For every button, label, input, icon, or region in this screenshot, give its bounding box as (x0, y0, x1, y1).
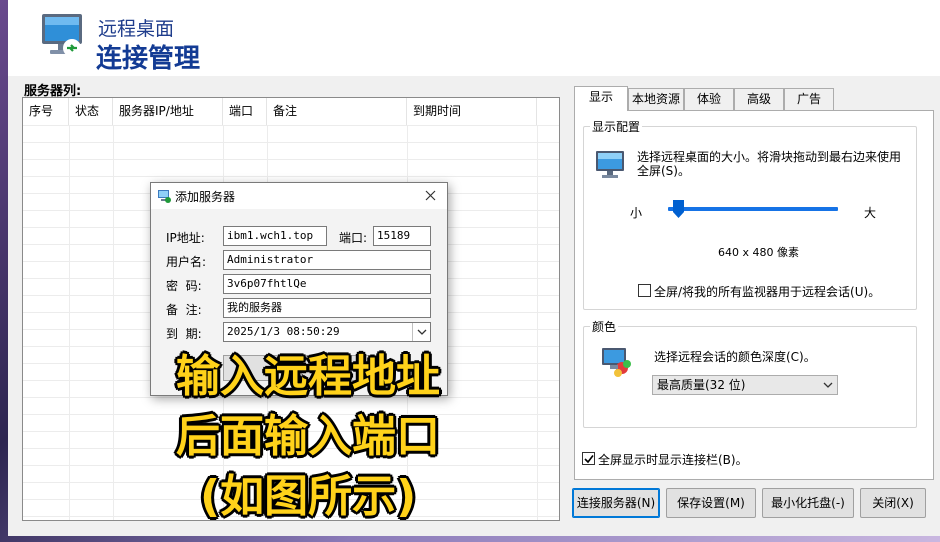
app-title-large: 连接管理 (96, 44, 201, 74)
monitor-icon (596, 151, 624, 178)
fullscreen-bar-label: 全屏显示时显示连接栏(B)。 (598, 453, 748, 467)
resolution-slider-track[interactable] (668, 207, 838, 211)
table-row-line (23, 142, 559, 143)
close-button[interactable]: 关闭(X) (860, 488, 926, 518)
color-depth-selected: 最高质量(32 位) (657, 378, 746, 392)
expire-dropdown-button[interactable] (412, 323, 430, 341)
dialog-titlebar[interactable]: 添加服务器 (151, 183, 447, 209)
column-header-status[interactable]: 状态 (69, 98, 113, 125)
color-palette-icon (602, 348, 631, 377)
table-column-line (69, 125, 70, 520)
resolution-readout: 640 x 480 像素 (718, 246, 799, 259)
tab-advanced[interactable]: 高级 (734, 88, 784, 110)
dialog-title: 添加服务器 (175, 190, 236, 204)
dialog-app-icon (158, 190, 171, 203)
fullscreen-bar-checkbox[interactable] (582, 452, 595, 465)
tab-local-resources[interactable]: 本地资源 (628, 88, 684, 110)
slider-large-label: 大 (864, 206, 877, 220)
table-row-line (23, 125, 559, 126)
chevron-down-icon (823, 382, 833, 388)
column-header-port[interactable]: 端口 (223, 98, 267, 125)
note-label: 备 注: (166, 303, 202, 317)
column-header-expire[interactable]: 到期时间 (407, 98, 537, 125)
table-column-line (537, 125, 538, 520)
tab-ads[interactable]: 广告 (784, 88, 834, 110)
table-column-line (113, 125, 114, 520)
app-title-small: 远程桌面 (98, 18, 175, 40)
checkmark-icon (584, 455, 594, 464)
all-monitors-label: 全屏/将我的所有监视器用于远程会话(U)。 (654, 285, 881, 299)
connect-server-button[interactable]: 连接服务器(N) (572, 488, 660, 518)
column-header-note[interactable]: 备注 (267, 98, 407, 125)
overlay-caption-line2: 后面输入端口 (176, 411, 440, 462)
column-header-address[interactable]: 服务器IP/地址 (113, 98, 223, 125)
remote-desktop-icon (42, 14, 82, 57)
column-header-index[interactable]: 序号 (23, 98, 69, 125)
all-monitors-checkbox[interactable] (638, 284, 651, 297)
expire-datetime-picker[interactable]: 2025/1/3 08:50:29 (223, 322, 431, 342)
resolution-slider-thumb[interactable] (672, 200, 684, 218)
app-header: 远程桌面 连接管理 (8, 0, 940, 76)
password-input[interactable]: 3v6p07fhtlQe (223, 274, 431, 294)
ip-input[interactable]: ibm1.wch1.top (223, 226, 327, 246)
note-input[interactable]: 我的服务器 (223, 298, 431, 318)
color-depth-select[interactable]: 最高质量(32 位) (652, 375, 838, 395)
username-input[interactable]: Administrator (223, 250, 431, 270)
expire-value: 2025/1/3 08:50:29 (227, 325, 340, 338)
ip-label: IP地址: (166, 231, 205, 245)
port-label: 端口: (339, 231, 368, 245)
dialog-close-button[interactable] (419, 185, 441, 207)
color-description: 选择远程会话的颜色深度(C)。 (654, 350, 816, 364)
tab-experience[interactable]: 体验 (684, 88, 734, 110)
close-icon (425, 190, 435, 201)
password-label: 密 码: (166, 279, 202, 293)
slider-small-label: 小 (630, 206, 643, 220)
overlay-caption-line3: (如图所示) (200, 471, 417, 522)
save-settings-button[interactable]: 保存设置(M) (666, 488, 756, 518)
display-config-legend: 显示配置 (590, 118, 643, 135)
table-row-line (23, 176, 559, 177)
tab-display[interactable]: 显示 (574, 86, 628, 111)
minimize-tray-button[interactable]: 最小化托盘(-) (762, 488, 854, 518)
chevron-down-icon (417, 329, 426, 335)
table-row-line (23, 159, 559, 160)
overlay-caption-line1: 输入远程地址 (176, 351, 440, 402)
username-label: 用户名: (166, 255, 207, 269)
color-legend: 颜色 (590, 318, 619, 335)
port-input[interactable]: 15189 (373, 226, 431, 246)
display-description: 选择远程桌面的大小。将滑块拖动到最右边来使用全屏(S)。 (637, 150, 902, 178)
